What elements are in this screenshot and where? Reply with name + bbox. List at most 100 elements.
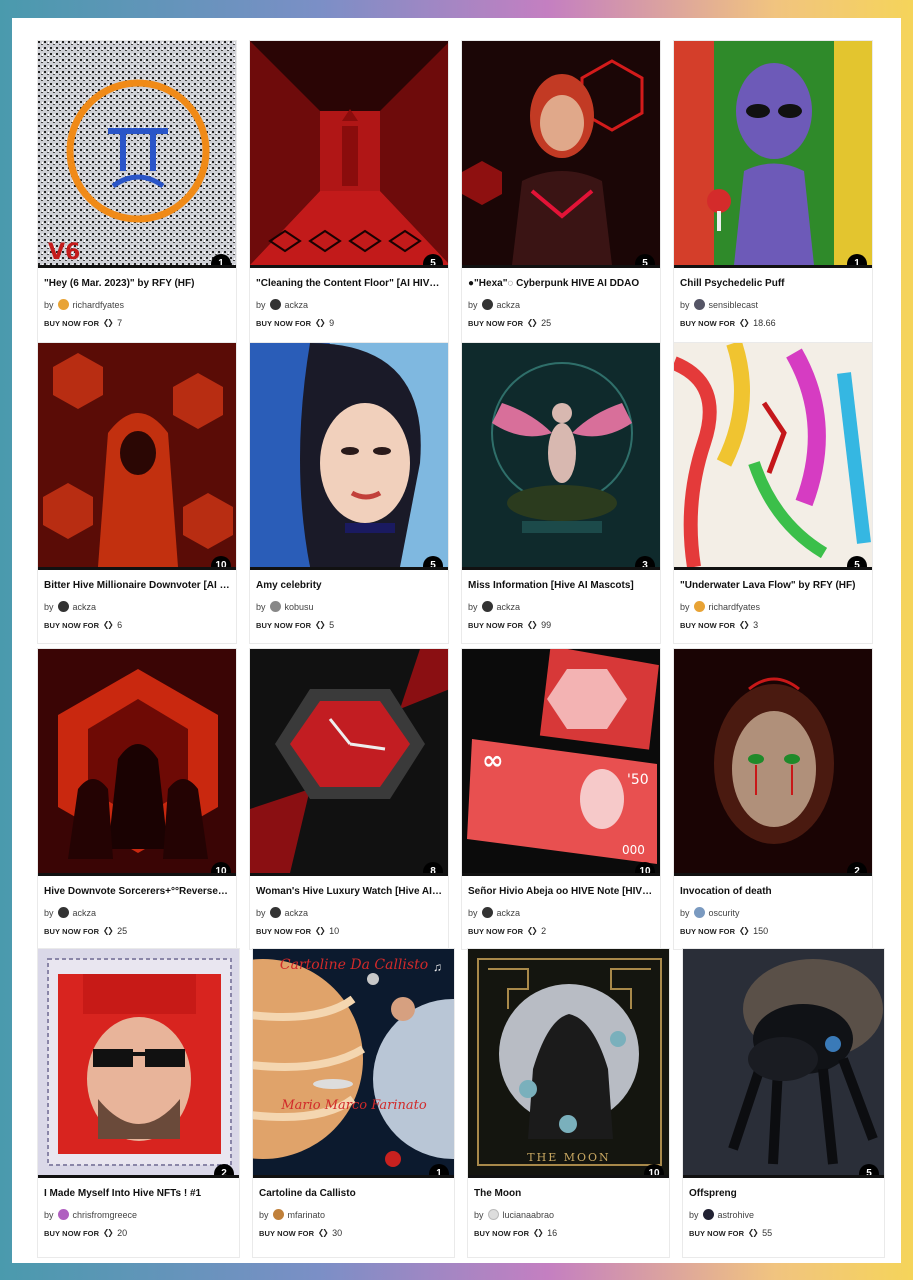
price-value: 20 — [117, 1228, 128, 1238]
nft-card[interactable]: 5 Amy celebrity by kobusu BUY NOW FOR 5 — [249, 342, 449, 644]
nft-title[interactable]: Señor Hivio Abeja oo HIVE Note [HIVE AI] — [468, 886, 654, 897]
nft-title[interactable]: I Made Myself Into Hive NFTs ! #1 — [44, 1188, 233, 1199]
author-avatar[interactable] — [481, 601, 493, 612]
nft-title[interactable]: ●"Hexa"◌ Cyberpunk HIVE AI DDAO — [468, 278, 654, 289]
buy-now-label: BUY NOW FOR — [680, 318, 736, 328]
nft-thumbnail[interactable]: Cartoline Da Callisto Mario Marco Farina… — [253, 949, 454, 1178]
nft-card[interactable]: 2 I Made Myself Into Hive NFTs ! #1 by ch… — [37, 948, 240, 1258]
nft-card[interactable]: THE MOON 10 The Moon by lucianaabrao BUY … — [467, 948, 670, 1258]
by-label: by — [259, 1209, 269, 1220]
author-avatar[interactable] — [272, 1209, 284, 1220]
art-callisto-title: Cartoline Da Callisto — [280, 957, 428, 973]
by-label: by — [44, 907, 54, 918]
author-name[interactable]: astrohive — [718, 1210, 755, 1220]
author-avatar[interactable] — [269, 907, 281, 918]
nft-card[interactable]: 10 Bitter Hive Millionaire Downvoter [AI… — [37, 342, 237, 644]
nft-title[interactable]: Woman's Hive Luxury Watch [Hive AI Masco… — [256, 886, 442, 897]
nft-thumbnail[interactable]: 3 — [462, 343, 660, 570]
by-label: by — [680, 907, 690, 918]
nft-card[interactable]: 10 Hive Downvote Sorcerers+°°Reverses°°+… — [37, 648, 237, 950]
edition-badge: 5 — [423, 556, 443, 567]
nft-card[interactable]: Cartoline Da Callisto Mario Marco Farina… — [252, 948, 455, 1258]
nft-title[interactable]: Cartoline da Callisto — [259, 1188, 448, 1199]
author-line: by sensiblecast — [680, 299, 866, 310]
author-name[interactable]: richardfyates — [73, 300, 125, 310]
author-name[interactable]: lucianaabrao — [503, 1210, 555, 1220]
nft-thumbnail[interactable]: 5 — [250, 343, 448, 570]
author-name[interactable]: ackza — [497, 602, 521, 612]
hive-icon — [528, 927, 537, 935]
edition-badge: 5 — [847, 556, 867, 567]
nft-card[interactable]: 2 Invocation of death by oscurity BUY NOW… — [673, 648, 873, 950]
author-avatar[interactable] — [693, 907, 705, 918]
nft-card[interactable]: 5 "Underwater Lava Flow" by RFY (HF) by r… — [673, 342, 873, 644]
author-avatar[interactable] — [57, 299, 69, 310]
nft-title[interactable]: Bitter Hive Millionaire Downvoter [AI Hi… — [44, 580, 230, 591]
author-name[interactable]: ackza — [73, 908, 97, 918]
nft-title[interactable]: Amy celebrity — [256, 580, 442, 591]
nft-thumbnail[interactable]: 2 — [674, 649, 872, 876]
nft-title[interactable]: Invocation of death — [680, 886, 866, 897]
nft-thumbnail[interactable]: ∞ '50 000 10 — [462, 649, 660, 876]
nft-card[interactable]: 1 Chill Psychedelic Puff by sensiblecast … — [673, 40, 873, 360]
author-name[interactable]: oscurity — [709, 908, 740, 918]
author-name[interactable]: ackza — [73, 602, 97, 612]
nft-card[interactable]: 3 Miss Information [Hive AI Mascots] by a… — [461, 342, 661, 644]
author-avatar[interactable] — [57, 601, 69, 612]
music-note-icon: ♫ — [433, 960, 442, 974]
author-avatar[interactable] — [693, 601, 705, 612]
nft-thumbnail[interactable]: 1 — [674, 41, 872, 268]
author-avatar[interactable] — [57, 1209, 69, 1220]
nft-thumbnail[interactable]: 5 — [674, 343, 872, 570]
nft-thumbnail[interactable]: THE MOON 10 — [468, 949, 669, 1178]
nft-card[interactable]: ∞ '50 000 10 Señor Hivio Abeja oo HIVE N… — [461, 648, 661, 950]
author-avatar[interactable] — [487, 1209, 499, 1220]
nft-title[interactable]: Chill Psychedelic Puff — [680, 278, 866, 289]
edition-badge: 5 — [635, 254, 655, 265]
nft-title[interactable]: "Hey (6 Mar. 2023)" by RFY (HF) — [44, 278, 230, 289]
nft-thumbnail[interactable]: 5 — [462, 41, 660, 268]
author-avatar[interactable] — [693, 299, 705, 310]
nft-title[interactable]: Miss Information [Hive AI Mascots] — [468, 580, 654, 591]
author-name[interactable]: ackza — [285, 908, 309, 918]
author-name[interactable]: mfarinato — [288, 1210, 326, 1220]
author-name[interactable]: sensiblecast — [709, 300, 759, 310]
nft-thumbnail[interactable]: 10 — [38, 649, 236, 876]
nft-title[interactable]: Offspreng — [689, 1188, 878, 1199]
author-name[interactable]: kobusu — [285, 602, 314, 612]
price-line: BUY NOW FOR 9 — [256, 318, 442, 328]
nft-card[interactable]: 5 "Cleaning the Content Floor" [AI HIVE … — [249, 40, 449, 360]
author-avatar[interactable] — [269, 601, 281, 612]
author-name[interactable]: ackza — [285, 300, 309, 310]
nft-thumbnail[interactable]: 5 — [250, 41, 448, 268]
author-name[interactable]: richardfyates — [709, 602, 761, 612]
price-value: 25 — [541, 318, 552, 328]
nft-thumbnail[interactable]: 2 — [38, 949, 239, 1178]
nft-art-pixel-alien — [674, 41, 872, 265]
nft-card[interactable]: 8 Woman's Hive Luxury Watch [Hive AI Mas… — [249, 648, 449, 950]
nft-title[interactable]: "Underwater Lava Flow" by RFY (HF) — [680, 580, 866, 591]
nft-card[interactable]: V6 1 "Hey (6 Mar. 2023)" by RFY (HF) by r… — [37, 40, 237, 360]
nft-thumbnail[interactable]: 8 — [250, 649, 448, 876]
author-avatar[interactable] — [481, 299, 493, 310]
author-avatar[interactable] — [481, 907, 493, 918]
author-avatar[interactable] — [57, 907, 69, 918]
author-avatar[interactable] — [702, 1209, 714, 1220]
nft-card[interactable]: 5 Offspreng by astrohive BUY NOW FOR 55 — [682, 948, 885, 1258]
nft-card[interactable]: 5 ●"Hexa"◌ Cyberpunk HIVE AI DDAO by ackz… — [461, 40, 661, 360]
nft-thumbnail[interactable]: 5 — [683, 949, 884, 1178]
price-value: 55 — [762, 1228, 773, 1238]
author-name[interactable]: ackza — [497, 908, 521, 918]
buy-now-label: BUY NOW FOR — [468, 926, 524, 936]
buy-now-label: BUY NOW FOR — [259, 1228, 315, 1238]
nft-thumbnail[interactable]: 10 — [38, 343, 236, 570]
author-avatar[interactable] — [269, 299, 281, 310]
nft-title[interactable]: Hive Downvote Sorcerers+°°Reverses°°+ — [44, 886, 230, 897]
author-name[interactable]: chrisfromgreece — [73, 1210, 138, 1220]
nft-title[interactable]: The Moon — [474, 1188, 663, 1199]
by-label: by — [468, 907, 478, 918]
author-name[interactable]: ackza — [497, 300, 521, 310]
nft-thumbnail[interactable]: V6 1 — [38, 41, 236, 268]
nft-title[interactable]: "Cleaning the Content Floor" [AI HIVE Ma… — [256, 278, 442, 289]
hive-icon — [534, 1229, 543, 1237]
